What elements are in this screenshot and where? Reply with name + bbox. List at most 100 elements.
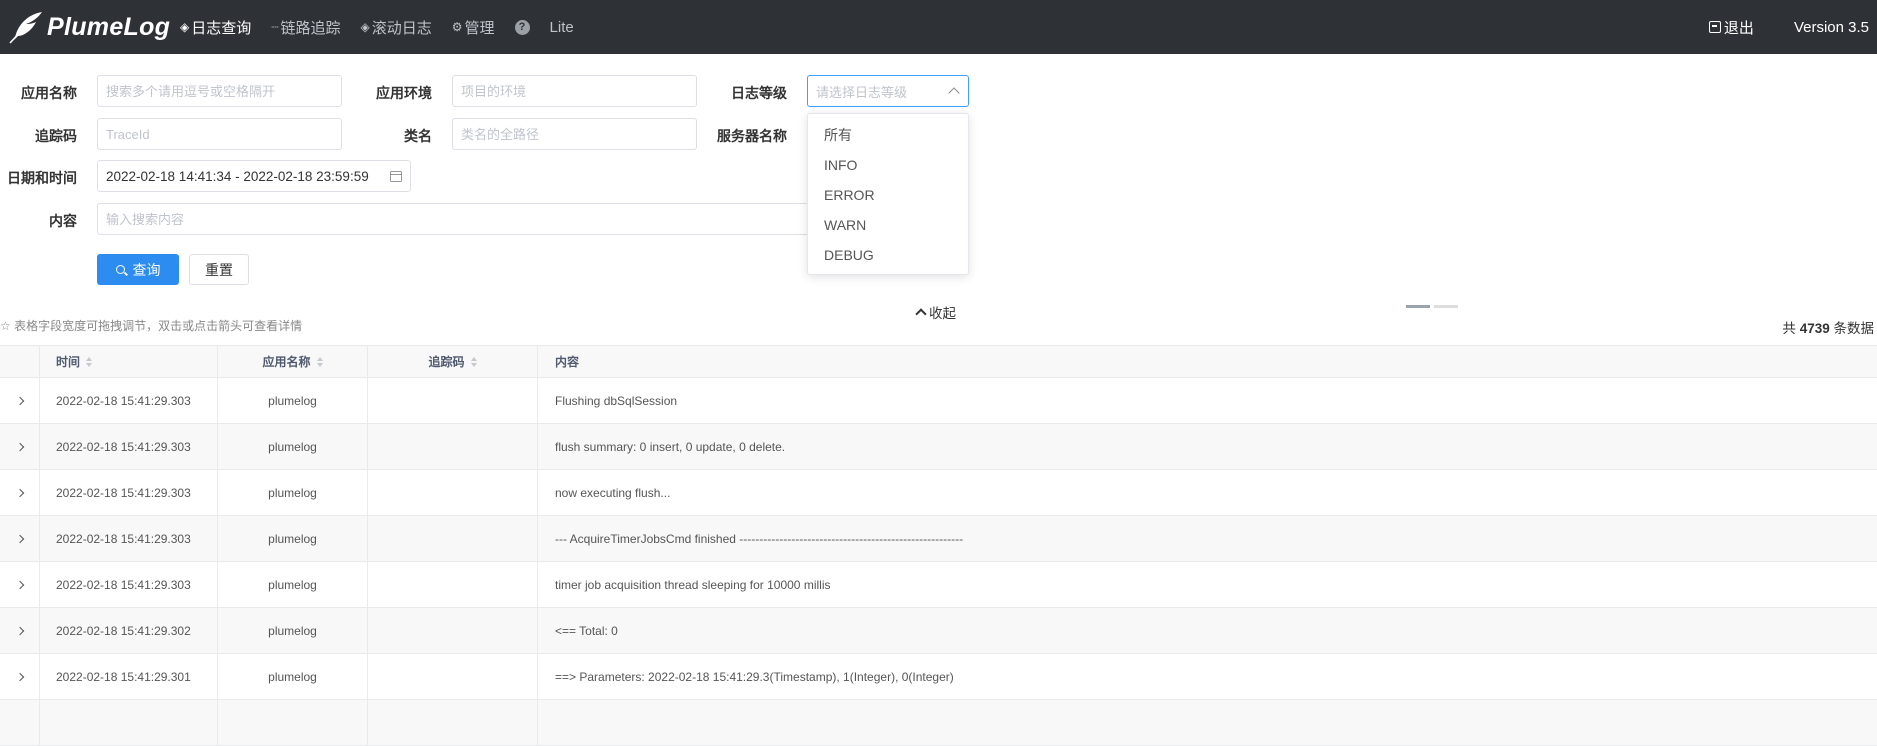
- chevron-up-icon: [915, 308, 927, 320]
- content-label: 内容: [49, 213, 77, 229]
- feather-logo-icon: [9, 12, 42, 44]
- nav-trace[interactable]: ┈ 链路追踪: [271, 17, 340, 38]
- level-option-all[interactable]: 所有: [808, 120, 968, 150]
- expand-cell[interactable]: [0, 608, 40, 653]
- table-hint: ☆ 表格字段宽度可拖拽调节，双击或点击箭头可查看详情: [0, 319, 303, 333]
- cell-time: [40, 700, 218, 745]
- query-button[interactable]: 查询: [97, 254, 179, 285]
- layers-icon: ◈: [180, 20, 190, 34]
- expand-cell[interactable]: [0, 378, 40, 423]
- calendar-icon: [390, 171, 402, 182]
- expand-cell[interactable]: [0, 470, 40, 515]
- expand-cell[interactable]: [0, 562, 40, 607]
- chevron-right-icon[interactable]: [15, 626, 24, 635]
- expand-cell[interactable]: [0, 516, 40, 561]
- content-input[interactable]: [97, 203, 809, 235]
- cell-trace: [368, 654, 538, 699]
- chevron-right-icon[interactable]: [15, 580, 24, 589]
- date-label: 日期和时间: [7, 170, 77, 186]
- version-label: Version 3.5: [1793, 18, 1869, 36]
- cell-app: plumelog: [218, 424, 368, 469]
- chevron-right-icon[interactable]: [15, 442, 24, 451]
- chevron-right-icon[interactable]: [15, 396, 24, 405]
- cell-content: ==> Parameters: 2022-02-18 15:41:29.3(Ti…: [555, 669, 954, 684]
- nav-log-query-label: 日志查询: [191, 19, 252, 37]
- table-row[interactable]: 2022-02-18 15:41:29.303 plumelog now exe…: [0, 470, 1877, 516]
- logout-button[interactable]: 退出: [1708, 17, 1754, 38]
- count-prefix: 共: [1782, 321, 1796, 336]
- date-range-picker[interactable]: 2022-02-18 14:41:34 - 2022-02-18 23:59:5…: [97, 160, 411, 192]
- logout-label: 退出: [1723, 19, 1754, 37]
- level-select[interactable]: 请选择日志等级: [807, 75, 969, 107]
- count-suffix: 条数据: [1833, 321, 1875, 336]
- table-row[interactable]: 2022-02-18 15:41:29.303 plumelog Flushin…: [0, 378, 1877, 424]
- chevron-right-icon[interactable]: [15, 534, 24, 543]
- chevron-right-icon[interactable]: [15, 488, 24, 497]
- nav-rolling-log-label: 滚动日志: [371, 19, 432, 37]
- header-time[interactable]: 时间: [40, 346, 218, 377]
- carousel-dot[interactable]: [1434, 305, 1458, 308]
- nav-rolling-log[interactable]: ◈ 滚动日志: [361, 17, 432, 38]
- table-row[interactable]: 2022-02-18 15:41:29.301 plumelog ==> Par…: [0, 654, 1877, 700]
- reset-button[interactable]: 重置: [189, 254, 249, 285]
- header-content[interactable]: 内容: [538, 346, 1877, 377]
- app-name-label: 应用名称: [21, 85, 77, 101]
- cell-content: <== Total: 0: [555, 623, 618, 638]
- count-value: 4739: [1799, 321, 1830, 336]
- nav-lite[interactable]: Lite: [550, 19, 574, 36]
- carousel-indicator[interactable]: [1406, 305, 1462, 308]
- nav-manage-label: 管理: [464, 19, 495, 37]
- header-app-label: 应用名称: [262, 355, 311, 369]
- class-input[interactable]: [452, 118, 697, 150]
- header-trace[interactable]: 追踪码: [368, 346, 538, 377]
- cell-time: 2022-02-18 15:41:29.303: [40, 470, 218, 515]
- cell-trace: [368, 516, 538, 561]
- top-navbar: PlumeLog ◈ 日志查询 ┈ 链路追踪 ◈ 滚动日志 ⚙ 管理 ? Lit…: [0, 0, 1877, 54]
- help-icon: ?: [514, 19, 530, 35]
- level-select-placeholder: 请选择日志等级: [816, 84, 908, 100]
- cell-app: plumelog: [218, 378, 368, 423]
- expand-cell[interactable]: [0, 700, 40, 745]
- cell-time: 2022-02-18 15:41:29.303: [40, 378, 218, 423]
- cell-time: 2022-02-18 15:41:29.302: [40, 608, 218, 653]
- level-option-error[interactable]: ERROR: [808, 180, 968, 210]
- date-range-value: 2022-02-18 14:41:34 - 2022-02-18 23:59:5…: [106, 168, 369, 184]
- expand-cell[interactable]: [0, 424, 40, 469]
- nav-manage[interactable]: ⚙ 管理: [452, 17, 495, 38]
- main-nav: ◈ 日志查询 ┈ 链路追踪 ◈ 滚动日志 ⚙ 管理 ? Lite: [180, 0, 594, 54]
- level-option-warn[interactable]: WARN: [808, 210, 968, 240]
- sort-icon[interactable]: [86, 356, 93, 368]
- cell-app: plumelog: [218, 608, 368, 653]
- app-name-input[interactable]: [97, 75, 342, 107]
- level-option-debug[interactable]: DEBUG: [808, 240, 968, 270]
- sort-icon[interactable]: [470, 356, 477, 368]
- carousel-dot[interactable]: [1406, 305, 1430, 308]
- cell-trace: [368, 470, 538, 515]
- cell-time: 2022-02-18 15:41:29.301: [40, 654, 218, 699]
- cell-app: [218, 700, 368, 745]
- table-row[interactable]: 2022-02-18 15:41:29.303 plumelog --- Acq…: [0, 516, 1877, 562]
- query-button-label: 查询: [132, 261, 161, 278]
- sort-icon[interactable]: [316, 356, 323, 368]
- header-expand: [0, 346, 40, 377]
- expand-cell[interactable]: [0, 654, 40, 699]
- level-option-info[interactable]: INFO: [808, 150, 968, 180]
- logo[interactable]: PlumeLog: [8, 8, 170, 46]
- collapse-label: 收起: [929, 306, 956, 321]
- cell-trace: [368, 608, 538, 653]
- collapse-button[interactable]: 收起: [915, 302, 956, 322]
- nav-log-query[interactable]: ◈ 日志查询: [180, 17, 251, 38]
- chevron-right-icon[interactable]: [15, 672, 24, 681]
- table-row[interactable]: 2022-02-18 15:41:29.302 plumelog <== Tot…: [0, 608, 1877, 654]
- trace-input[interactable]: [97, 118, 342, 150]
- cell-trace: [368, 700, 538, 745]
- cell-content: now executing flush...: [555, 485, 671, 500]
- table-row[interactable]: [0, 700, 1877, 746]
- nav-help[interactable]: ?: [514, 19, 530, 35]
- env-input[interactable]: [452, 75, 697, 107]
- header-app[interactable]: 应用名称: [218, 346, 368, 377]
- class-label: 类名: [404, 128, 432, 144]
- table-row[interactable]: 2022-02-18 15:41:29.303 plumelog timer j…: [0, 562, 1877, 608]
- nav-right: 退出 Version 3.5: [1708, 0, 1869, 54]
- table-row[interactable]: 2022-02-18 15:41:29.303 plumelog flush s…: [0, 424, 1877, 470]
